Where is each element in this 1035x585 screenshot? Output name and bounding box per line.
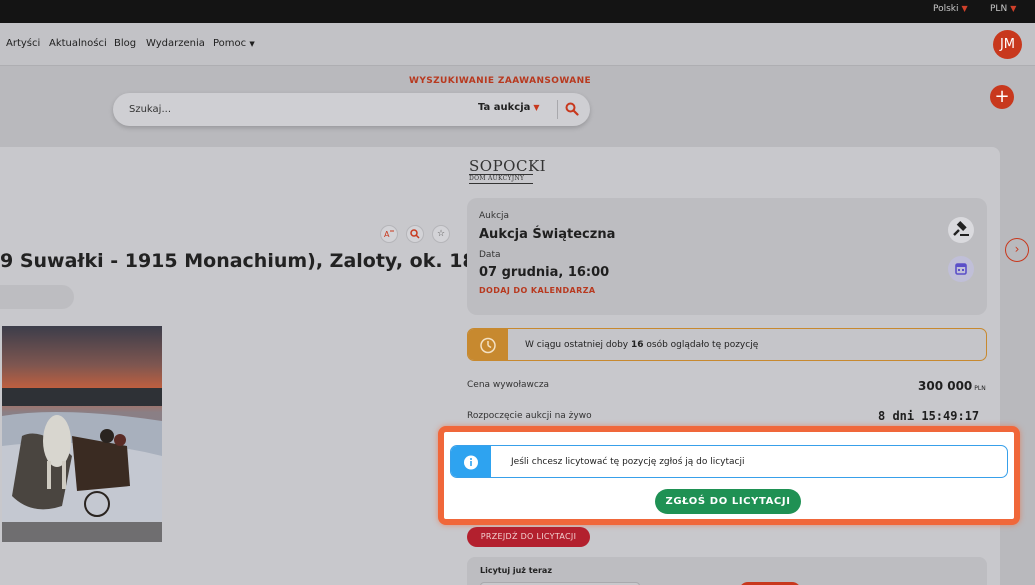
next-lot-button[interactable]: › [1005, 238, 1029, 262]
search-bar: Ta aukcja▼ [113, 93, 590, 126]
chevron-right-icon: › [1014, 242, 1020, 256]
auction-date: 07 grudnia, 16:00 [479, 265, 610, 280]
main-navbar: Artyści Aktualności Blog Wydarzenia Pomo… [0, 23, 1035, 66]
chevron-down-icon: ▼ [1010, 4, 1017, 13]
search-icon[interactable] [565, 101, 579, 120]
bid-now-label: Licytuj już teraz [480, 566, 552, 575]
currency-label: PLN [990, 4, 1008, 14]
caret-down-icon: ▼ [533, 103, 540, 112]
live-countdown: 8 dni 15:49:17 [878, 409, 980, 423]
nav-item-events[interactable]: Wydarzenia [146, 38, 205, 49]
start-price-value: 300 000 PLN [918, 379, 986, 393]
auction-label: Aukcja [479, 211, 510, 221]
views-count: 16 [631, 340, 644, 350]
auction-info-card: Aukcja Aukcja Świąteczna Data 07 grudnia… [467, 198, 987, 315]
language-selector[interactable]: Polski ▼ [933, 4, 968, 14]
top-bar: Polski ▼ PLN ▼ [0, 0, 1035, 23]
nav-item-help[interactable]: Pomoc ▼ [213, 38, 255, 49]
views-notice: W ciągu ostatniej doby 16 osób oglądało … [467, 328, 987, 361]
go-to-bidding-button[interactable]: PRZEJDŹ DO LICYTACJI [467, 527, 590, 547]
live-start-label: Rozpoczęcie aukcji na żywo [467, 411, 592, 421]
logo-line2: DOM AUKCYJNY [469, 174, 533, 184]
calendar-icon[interactable] [948, 256, 974, 282]
nav-item-news[interactable]: Aktualności [49, 38, 107, 49]
zoom-icon[interactable] [406, 225, 424, 243]
register-for-bidding-button[interactable]: ZGŁOŚ DO LICYTACJI [655, 489, 801, 514]
register-for-bidding-box: Jeśli chcesz licytować tę pozycję zgłoś … [438, 426, 1020, 525]
start-price-label: Cena wywoławcza [467, 380, 550, 390]
register-info-notice: Jeśli chcesz licytować tę pozycję zgłoś … [450, 445, 1008, 478]
start-price-currency: PLN [974, 385, 986, 392]
date-label: Data [479, 250, 501, 260]
nav-item-help-label: Pomoc [213, 38, 247, 49]
language-label: Polski [933, 4, 959, 14]
auction-house-logo[interactable]: SOPOCKI DOM AUKCYJNY [469, 157, 547, 184]
clock-icon [468, 329, 508, 360]
start-price-amount: 300 000 [918, 379, 973, 393]
search-input[interactable] [129, 101, 459, 117]
register-info-text: Jeśli chcesz licytować tę pozycję zgłoś … [511, 457, 745, 467]
nav-item-blog[interactable]: Blog [114, 38, 136, 49]
views-text: W ciągu ostatniej doby 16 osób oglądało … [525, 340, 758, 350]
nav-item-artists[interactable]: Artyści [6, 38, 40, 49]
star-icon[interactable]: ☆ [432, 225, 450, 243]
search-scope-dropdown[interactable]: Ta aukcja ▼ [478, 102, 540, 113]
lot-painting-image[interactable] [2, 326, 162, 542]
auction-name[interactable]: Aukcja Świąteczna [479, 227, 615, 242]
views-suffix: osób oglądało tę pozycję [643, 340, 759, 350]
search-divider [557, 100, 558, 119]
currency-selector[interactable]: PLN ▼ [990, 4, 1016, 14]
add-to-calendar-link[interactable]: DODAJ DO KALENDARZA [479, 286, 596, 295]
info-icon [451, 446, 491, 477]
caret-down-icon: ▼ [249, 40, 255, 48]
lot-tag-placeholder [0, 285, 74, 309]
search-scope-label: Ta aukcja [478, 102, 531, 113]
views-prefix: W ciągu ostatniej doby [525, 340, 631, 350]
gavel-icon[interactable] [948, 217, 974, 243]
chevron-down-icon: ▼ [961, 4, 968, 13]
svg-text:A: A [384, 230, 390, 239]
bid-now-card: Licytuj już teraz [467, 557, 987, 585]
avatar[interactable]: JM [993, 30, 1022, 59]
lot-title: 9 Suwałki - 1915 Monachium), Zaloty, ok.… [0, 250, 503, 272]
translate-icon[interactable]: A [380, 225, 398, 243]
add-button[interactable]: + [990, 85, 1014, 109]
advanced-search-link[interactable]: WYSZUKIWANIE ZAAWANSOWANE [409, 76, 591, 86]
plus-icon: + [994, 86, 1010, 107]
logo-line1: SOPOCKI [469, 157, 547, 175]
